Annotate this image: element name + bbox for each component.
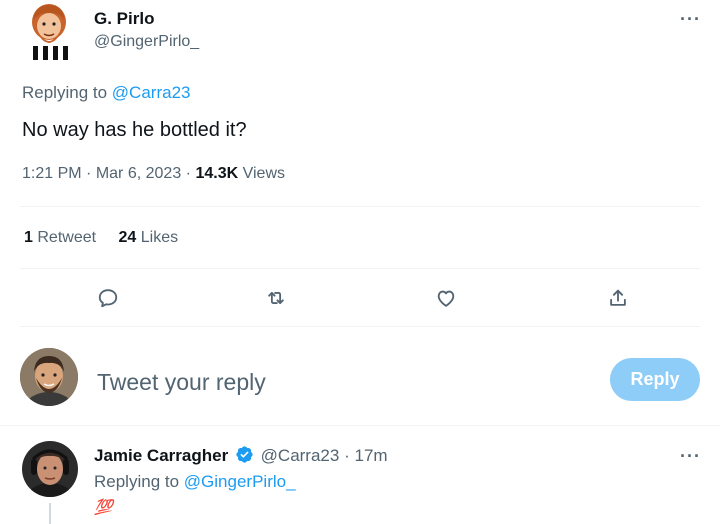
likes-count: 24 [118,229,137,246]
reply-author-name[interactable]: Jamie Carragher [94,446,228,465]
current-user-avatar[interactable] [20,348,78,406]
reply-more-options-icon[interactable]: ··· [680,447,701,465]
views-label: Views [242,165,285,182]
reply-header: Jamie Carragher @Carra23 · 17m [94,445,388,469]
reply-input[interactable] [95,364,579,400]
reply-replying-to-line: Replying to @GingerPirlo_ [94,472,296,492]
reply-separator: · [344,446,350,465]
reply-button[interactable]: Reply [610,358,700,401]
verified-badge-icon [235,445,254,469]
retweets-count: 1 [24,229,33,246]
author-name[interactable]: G. Pirlo [94,9,154,29]
likes-stat[interactable]: 24 Likes [119,229,179,246]
more-options-icon[interactable]: ··· [680,10,701,28]
meta-separator: · [86,165,92,182]
reply-replying-to-label: Replying to [94,472,180,491]
author-avatar[interactable] [22,2,76,60]
retweets-label: Retweet [37,229,97,246]
divider [20,326,700,327]
reply-text-hundred-emoji: 💯 [94,499,113,516]
tweet-stats: 1 Retweet 24 Likes [24,229,178,247]
tweet-meta: 1:21 PM · Mar 6, 2023 · 14.3K Views [22,165,285,183]
retweet-icon[interactable] [258,280,294,316]
reply-replying-to-link[interactable]: @GingerPirlo_ [184,472,296,491]
author-handle[interactable]: @GingerPirlo_ [94,33,199,51]
divider [0,425,720,426]
reply-author-avatar[interactable] [22,441,78,497]
divider [20,206,700,207]
likes-label: Likes [140,229,179,246]
meta-separator: · [185,165,191,182]
views-count: 14.3K [195,165,239,182]
share-icon[interactable] [600,280,636,316]
replying-to-label: Replying to [22,83,108,102]
divider [20,268,700,269]
retweets-stat[interactable]: 1 Retweet [24,229,101,246]
reply-author-handle[interactable]: @Carra23 [261,446,340,465]
tweet-time[interactable]: 1:21 PM [22,165,82,182]
thread-line [49,503,51,524]
reply-time[interactable]: 17m [354,446,387,465]
tweet-text: No way has he bottled it? [22,119,247,141]
replying-to-line: Replying to @Carra23 [22,83,190,103]
like-icon[interactable] [428,280,464,316]
replying-to-link[interactable]: @Carra23 [112,83,191,102]
reply-icon[interactable] [90,280,126,316]
tweet-date[interactable]: Mar 6, 2023 [96,165,181,182]
